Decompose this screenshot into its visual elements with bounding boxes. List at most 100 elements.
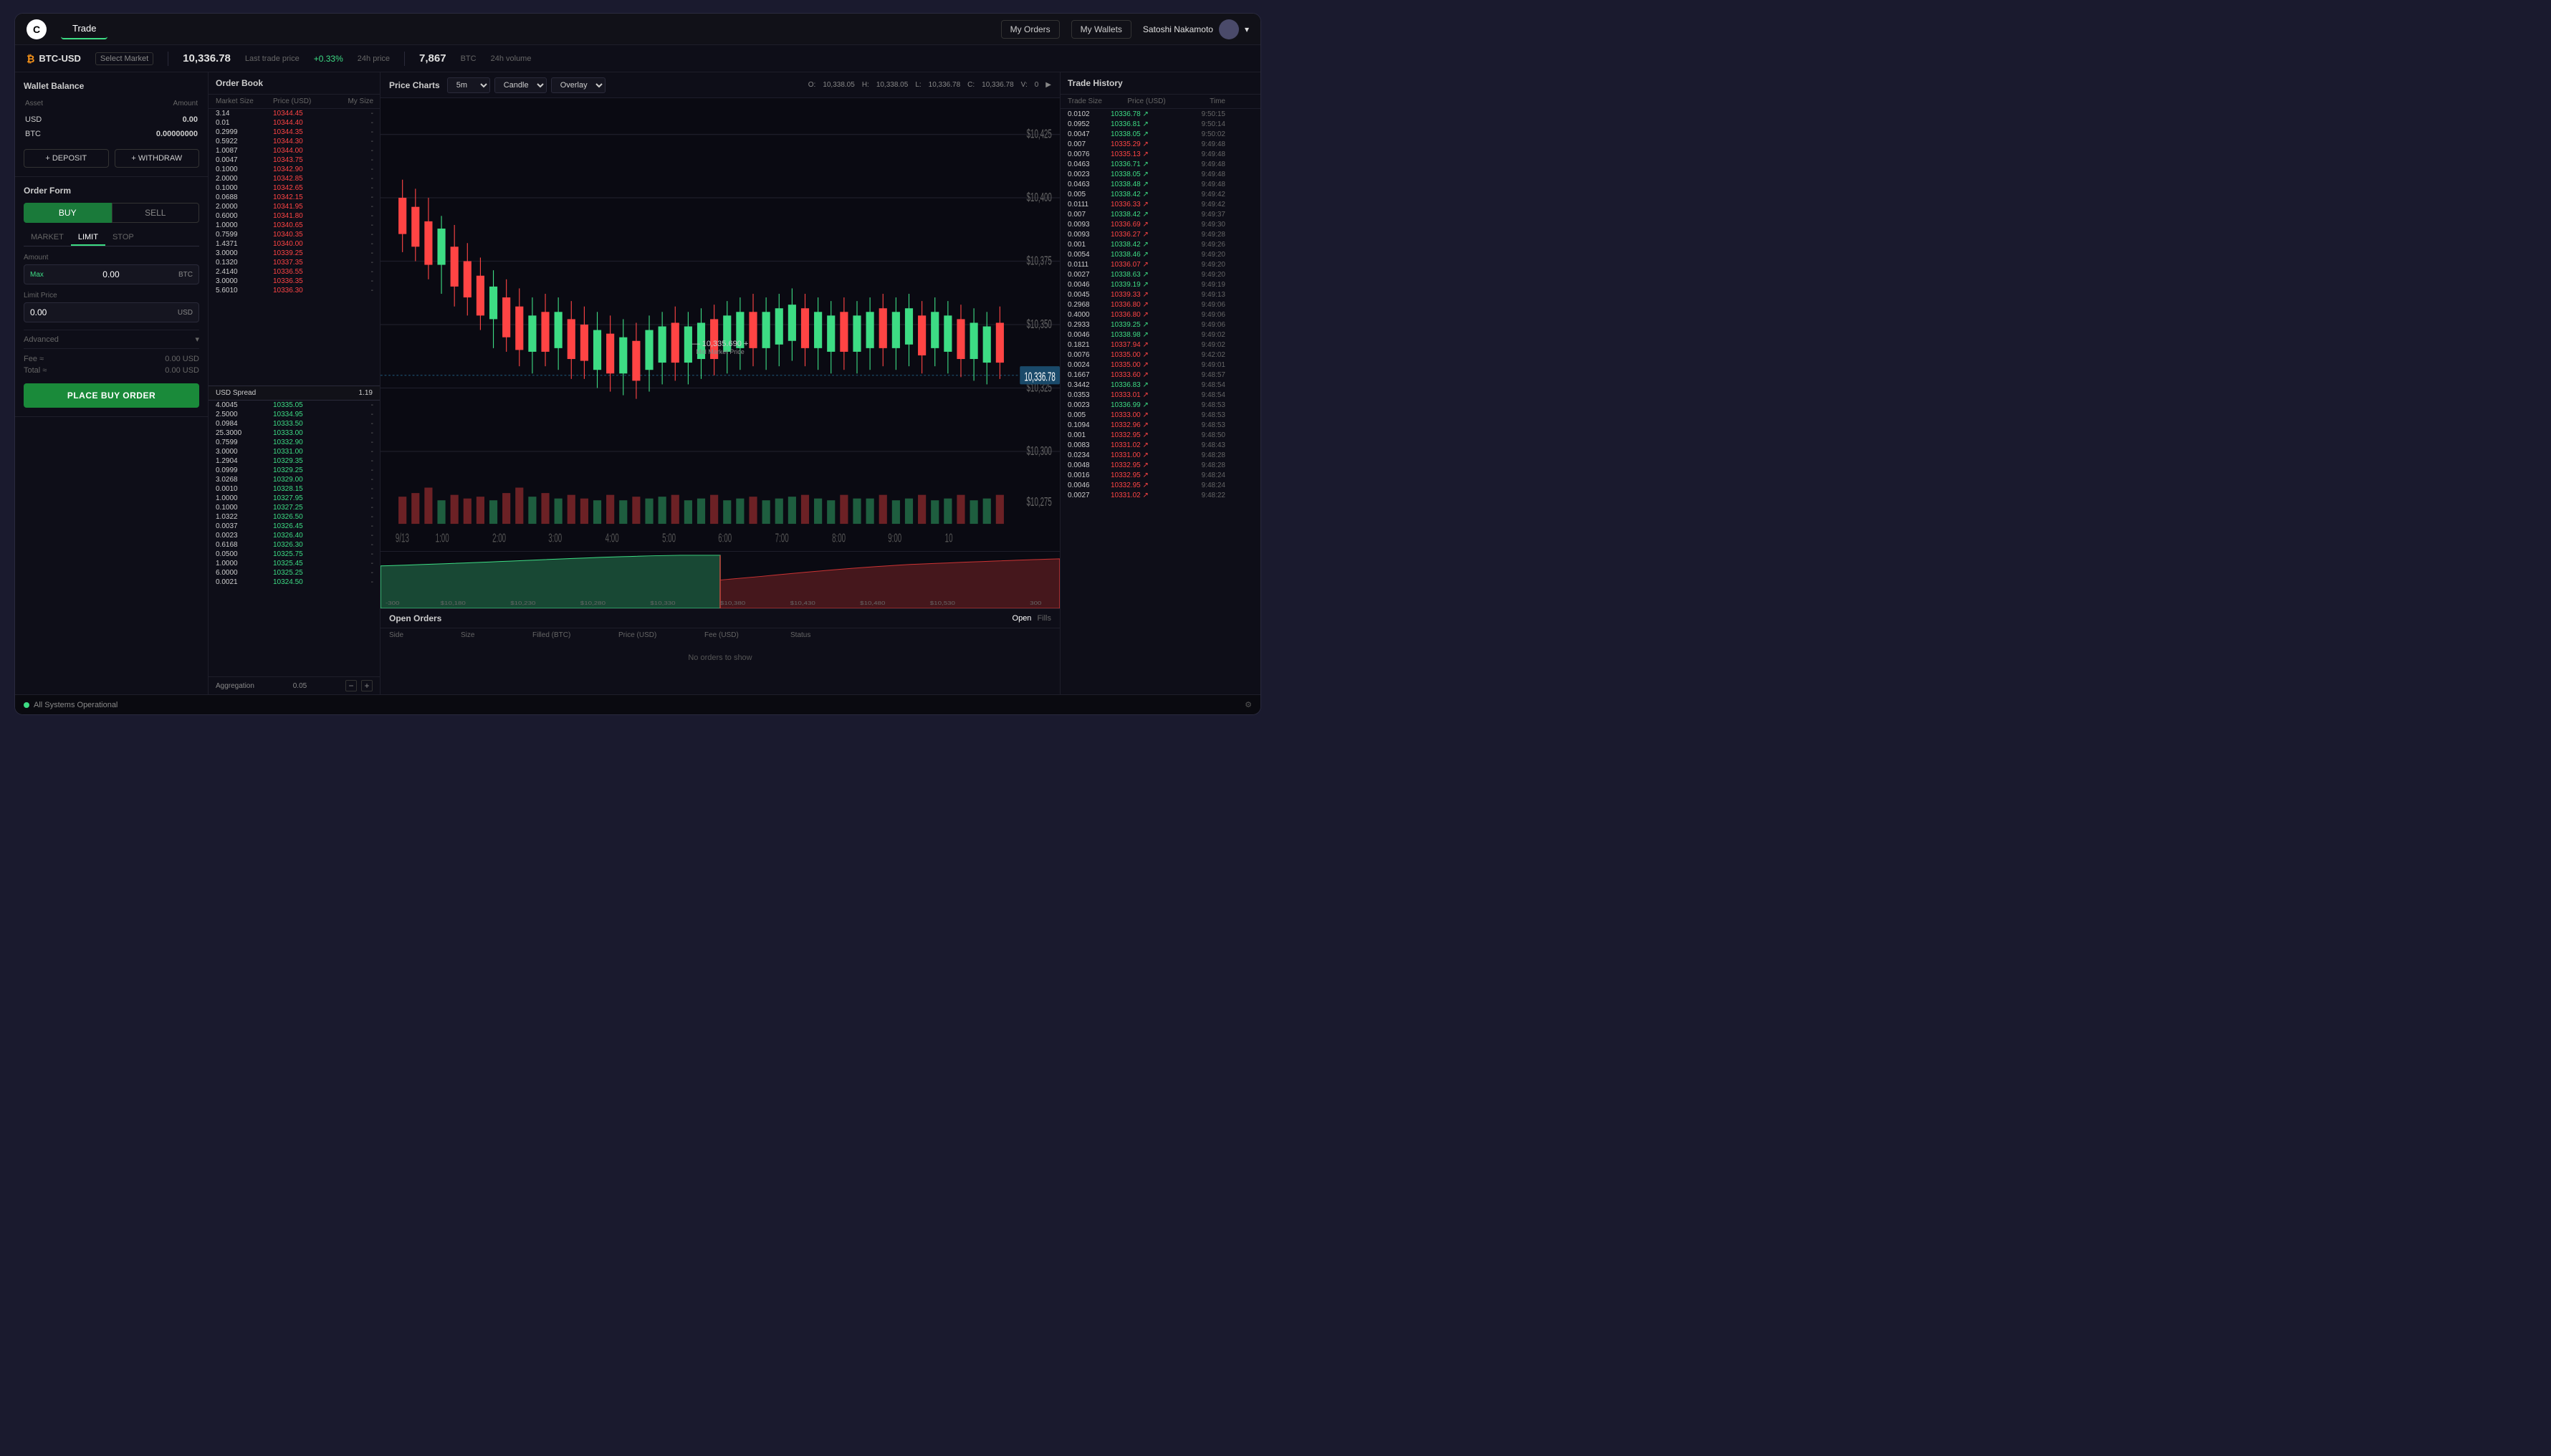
withdraw-button[interactable]: + WITHDRAW	[115, 149, 200, 168]
aggregation-label: Aggregation	[216, 682, 254, 690]
bid-row[interactable]: 0.001010328.15-	[209, 484, 380, 494]
bid-row[interactable]: 6.000010325.25-	[209, 568, 380, 578]
deposit-button[interactable]: + DEPOSIT	[24, 149, 109, 168]
agg-plus-button[interactable]: +	[361, 680, 373, 691]
trade-price: 10332.96 ↗	[1111, 421, 1182, 429]
trade-time: 9:49:02	[1182, 331, 1225, 339]
ask-row[interactable]: 0.759910340.35-	[209, 230, 380, 239]
trade-row: 0.002710338.63 ↗9:49:20	[1061, 269, 1260, 279]
trade-size: 0.1094	[1068, 421, 1111, 429]
market-tab[interactable]: MARKET	[24, 230, 71, 246]
ask-row[interactable]: 3.000010339.25-	[209, 249, 380, 258]
trade-row: 0.400010336.80 ↗9:49:06	[1061, 310, 1260, 320]
center-panel: Order Book Market Size Price (USD) My Si…	[209, 72, 1060, 694]
bid-row[interactable]: 0.099910329.25-	[209, 466, 380, 475]
ask-row[interactable]: 0.0110344.40-	[209, 118, 380, 128]
svg-text:$10,280: $10,280	[580, 600, 606, 606]
ask-row[interactable]: 0.600010341.80-	[209, 211, 380, 221]
timeframe-select[interactable]: 5m1m15m1h	[447, 77, 490, 93]
chart-area[interactable]: $10,425 $10,400 $10,375 $10,350 $10,325 …	[381, 98, 1060, 551]
bid-row[interactable]: 0.100010327.25-	[209, 503, 380, 512]
trade-time: 9:49:01	[1182, 361, 1225, 369]
bid-row[interactable]: 4.004510335.05-	[209, 401, 380, 410]
bid-row[interactable]: 2.500010334.95-	[209, 410, 380, 419]
agg-minus-button[interactable]: −	[345, 680, 357, 691]
open-tab[interactable]: Open	[1013, 614, 1032, 623]
depth-chart[interactable]: -300 $10,180 $10,230 $10,280 $10,330 $10…	[381, 551, 1060, 608]
svg-text:1:00: 1:00	[436, 531, 449, 545]
stop-tab[interactable]: STOP	[105, 230, 141, 246]
bid-row[interactable]: 0.050010325.75-	[209, 550, 380, 559]
trade-price: 10332.95 ↗	[1111, 482, 1182, 489]
ask-row[interactable]: 1.437110340.00-	[209, 239, 380, 249]
bid-row[interactable]: 0.098410333.50-	[209, 419, 380, 428]
my-orders-button[interactable]: My Orders	[1001, 20, 1060, 39]
trade-time: 9:48:28	[1182, 451, 1225, 459]
sell-tab[interactable]: SELL	[112, 203, 200, 223]
fills-tab[interactable]: Fills	[1037, 614, 1051, 623]
ask-price: 10342.85	[273, 175, 330, 183]
settings-icon[interactable]: ⚙	[1245, 700, 1252, 709]
app-logo[interactable]: C	[27, 19, 47, 39]
nav-tab-trade[interactable]: Trade	[61, 19, 107, 39]
bid-row[interactable]: 3.026810329.00-	[209, 475, 380, 484]
ask-row[interactable]: 1.000010340.65-	[209, 221, 380, 230]
amount-input[interactable]: Max 0.00 BTC	[24, 264, 199, 284]
ask-row[interactable]: 0.299910344.35-	[209, 128, 380, 137]
trade-row: 0.344210336.83 ↗9:48:54	[1061, 380, 1260, 390]
trade-price: 10335.00 ↗	[1111, 361, 1182, 369]
trade-size: 0.005	[1068, 191, 1111, 198]
svg-text:$10,530: $10,530	[930, 600, 956, 606]
user-menu[interactable]: Satoshi Nakamoto ▾	[1143, 19, 1249, 39]
wallet-col-asset: Asset	[25, 100, 77, 112]
trade-row: 0.00510338.42 ↗9:49:42	[1061, 189, 1260, 199]
bid-row[interactable]: 1.290410329.35-	[209, 456, 380, 466]
bid-row[interactable]: 0.759910332.90-	[209, 438, 380, 447]
asset-amount: 0.00000000	[78, 128, 198, 140]
limit-tab[interactable]: LIMIT	[71, 230, 105, 246]
bid-row[interactable]: 1.000010325.45-	[209, 559, 380, 568]
ask-row[interactable]: 0.004710343.75-	[209, 155, 380, 165]
advanced-toggle[interactable]: Advanced ▾	[24, 330, 199, 349]
ask-row[interactable]: 0.068810342.15-	[209, 193, 380, 202]
limit-price-input[interactable]: 0.00 USD	[24, 302, 199, 322]
select-market-button[interactable]: Select Market	[95, 52, 153, 65]
ask-row[interactable]: 3.1410344.45-	[209, 109, 380, 118]
bid-row[interactable]: 0.002310326.40-	[209, 531, 380, 540]
trade-time: 9:49:06	[1182, 321, 1225, 329]
depth-chart-svg: -300 $10,180 $10,230 $10,280 $10,330 $10…	[381, 552, 1060, 608]
my-wallets-button[interactable]: My Wallets	[1071, 20, 1131, 39]
bid-row[interactable]: 1.032210326.50-	[209, 512, 380, 522]
ask-my-size: -	[330, 221, 373, 229]
trade-row: 0.109410332.96 ↗9:48:53	[1061, 420, 1260, 430]
ask-row[interactable]: 0.100010342.65-	[209, 183, 380, 193]
ask-row[interactable]: 2.000010342.85-	[209, 174, 380, 183]
ask-my-size: -	[330, 147, 373, 155]
chart-nav-right[interactable]: ▶	[1045, 81, 1051, 89]
trade-row: 0.004610332.95 ↗9:48:24	[1061, 480, 1260, 490]
bid-row[interactable]: 0.002110324.50-	[209, 578, 380, 587]
ask-row[interactable]: 1.008710344.00-	[209, 146, 380, 155]
trade-price: 10336.71 ↗	[1111, 161, 1182, 168]
bid-row[interactable]: 0.003710326.45-	[209, 522, 380, 531]
ask-row[interactable]: 0.132010337.35-	[209, 258, 380, 267]
ask-row[interactable]: 5.601010336.30-	[209, 286, 380, 295]
chart-type-select[interactable]: CandleLine	[494, 77, 547, 93]
trade-row: 0.007610335.13 ↗9:49:48	[1061, 149, 1260, 159]
ask-row[interactable]: 0.592210344.30-	[209, 137, 380, 146]
bid-row[interactable]: 1.000010327.95-	[209, 494, 380, 503]
ask-row[interactable]: 2.414010336.55-	[209, 267, 380, 277]
overlay-select[interactable]: Overlay	[551, 77, 606, 93]
max-button[interactable]: Max	[30, 271, 44, 279]
trade-size: 0.001	[1068, 431, 1111, 439]
bid-row[interactable]: 25.300010333.00-	[209, 428, 380, 438]
ask-row[interactable]: 3.000010336.35-	[209, 277, 380, 286]
place-order-button[interactable]: PLACE BUY ORDER	[24, 383, 199, 408]
bid-row[interactable]: 0.616810326.30-	[209, 540, 380, 550]
ask-row[interactable]: 2.000010341.95-	[209, 202, 380, 211]
pair-label: BTC-USD	[39, 53, 81, 64]
bid-row[interactable]: 3.000010331.00-	[209, 447, 380, 456]
buy-tab[interactable]: BUY	[24, 203, 112, 223]
ask-row[interactable]: 0.100010342.90-	[209, 165, 380, 174]
ask-size: 0.5922	[216, 138, 273, 145]
